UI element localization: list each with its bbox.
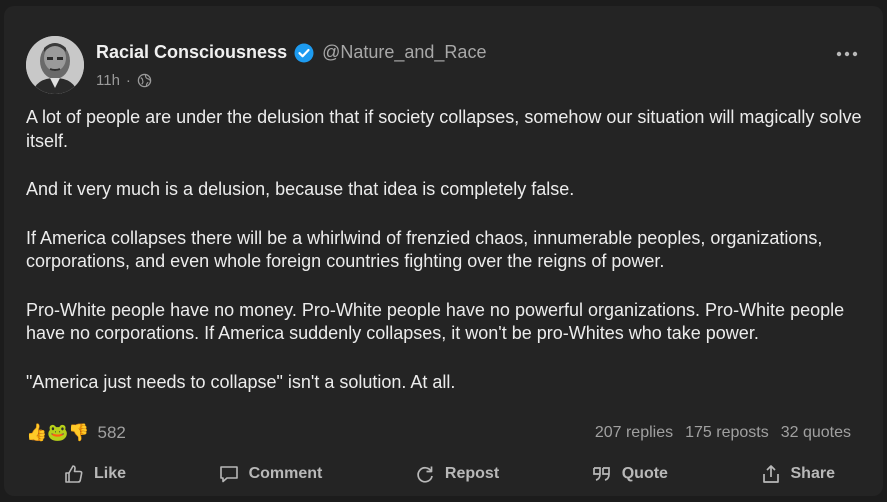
like-button[interactable]: Like — [26, 460, 152, 488]
quote-label: Quote — [621, 465, 668, 482]
post-stats: 👍 🐸 👎 582 207 replies 175 reposts 32 quo… — [26, 422, 851, 444]
frog-reaction-icon: 🐸 — [47, 423, 69, 442]
quote-icon — [592, 467, 610, 481]
author-handle[interactable]: @Nature_and_Race — [322, 42, 486, 63]
thumbs-up-reaction-icon: 👍 — [26, 423, 48, 442]
repost-icon — [417, 466, 433, 483]
repost-label: Repost — [444, 465, 500, 482]
quote-button[interactable]: Quote — [566, 460, 694, 488]
avatar[interactable] — [26, 36, 84, 94]
avatar-portrait-image — [26, 36, 84, 94]
comment-label: Comment — [248, 465, 323, 482]
post-header: Racial Consciousness @Nature_and_Race — [96, 42, 486, 63]
action-bar: Like Comment Repost Quote Share — [26, 458, 861, 490]
post-paragraph: A lot of people are under the delusion t… — [26, 107, 862, 151]
comment-button[interactable]: Comment — [193, 460, 349, 488]
meta-separator: · — [125, 72, 131, 89]
comment-icon — [219, 466, 238, 483]
post-paragraph: And it very much is a delusion, because … — [26, 179, 575, 199]
share-button[interactable]: Share — [735, 460, 861, 488]
globe-icon — [137, 73, 152, 88]
like-icon — [65, 465, 83, 483]
reposts-count[interactable]: 175 reposts — [685, 424, 769, 442]
replies-count[interactable]: 207 replies — [595, 424, 673, 442]
repost-button[interactable]: Repost — [389, 460, 525, 488]
post-meta: 11h · — [96, 72, 152, 89]
post-paragraph: "America just needs to collapse" isn't a… — [26, 371, 456, 392]
post-body: A lot of people are under the delusion t… — [26, 106, 864, 419]
like-label: Like — [94, 465, 127, 482]
quotes-count[interactable]: 32 quotes — [781, 424, 851, 442]
share-label: Share — [790, 465, 835, 482]
reactions-summary[interactable]: 👍 🐸 👎 582 — [26, 423, 126, 443]
thumbs-down-reaction-icon: 👎 — [68, 423, 90, 442]
more-options-icon[interactable] — [835, 42, 859, 66]
verified-badge-icon — [294, 43, 314, 63]
post-timestamp[interactable]: 11h — [96, 72, 120, 89]
post-paragraph: Pro-White people have no money. Pro-Whit… — [26, 299, 845, 344]
reaction-count: 582 — [97, 423, 126, 442]
post-card: Racial Consciousness @Nature_and_Race 11… — [4, 6, 883, 496]
author-name[interactable]: Racial Consciousness — [96, 42, 287, 63]
share-icon — [762, 465, 779, 483]
post-paragraph: If America collapses there will be a whi… — [26, 227, 823, 272]
